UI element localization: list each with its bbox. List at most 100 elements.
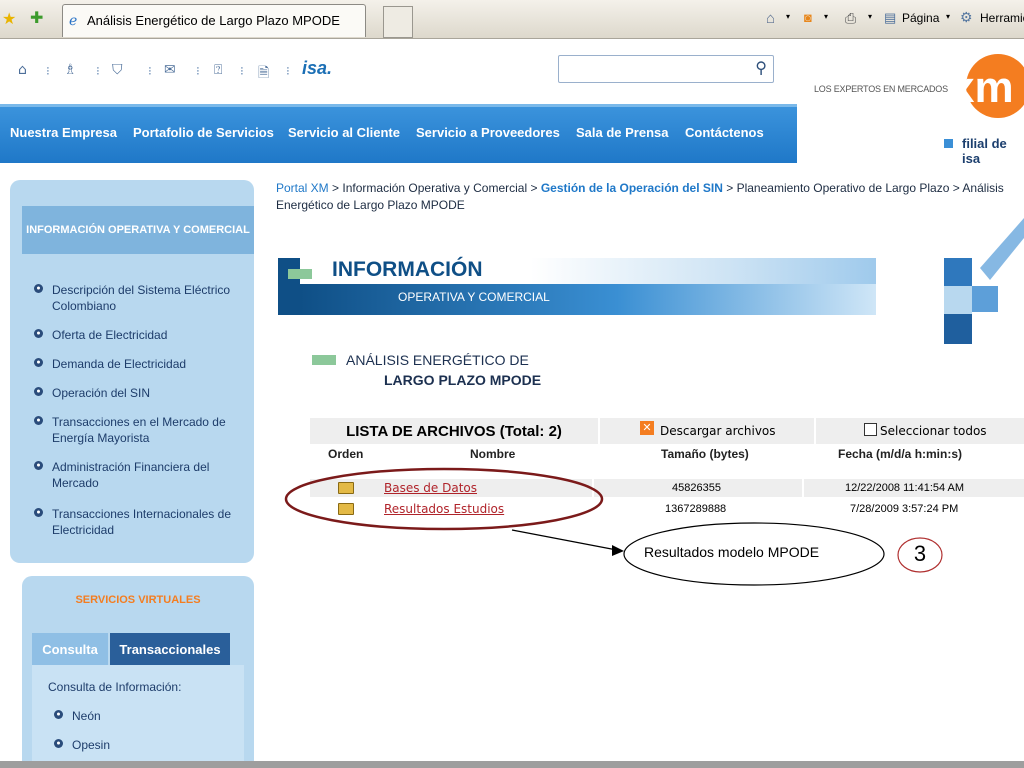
nav-sala-prensa[interactable]: Sala de Prensa bbox=[576, 125, 669, 140]
chevron-down-icon[interactable]: ▾ bbox=[946, 12, 950, 21]
file-list-title: LISTA DE ARCHIVOS (Total: 2) bbox=[310, 418, 600, 444]
bullet-icon: ● bbox=[34, 329, 43, 338]
sidebar-item-administracion[interactable]: ● Administración Financiera del Mercado bbox=[34, 459, 236, 491]
xm-logo[interactable]: xm bbox=[940, 50, 1024, 120]
separator: ⁝ bbox=[286, 64, 290, 78]
file-size: 45826355 bbox=[672, 482, 721, 494]
users-icon[interactable]: ⛉ bbox=[112, 62, 123, 78]
breadcrumb-portal[interactable]: Portal XM bbox=[276, 181, 329, 195]
section-title-line2: LARGO PLAZO MPODE bbox=[384, 372, 542, 388]
file-link[interactable]: Bases de Datos bbox=[384, 481, 477, 495]
mail-icon[interactable]: ✉ bbox=[164, 62, 176, 78]
annotation-callout: Resultados modelo MPODE bbox=[644, 544, 820, 560]
annotation-number: 3 bbox=[913, 541, 927, 566]
separator: ⁝ bbox=[240, 64, 244, 78]
home-icon[interactable]: ⌂ bbox=[766, 10, 775, 27]
sitemap-icon[interactable]: ♗ bbox=[64, 62, 77, 78]
breadcrumb-gestion[interactable]: Gestión de la Operación del SIN bbox=[541, 181, 723, 195]
search-box: ⚲ bbox=[558, 55, 774, 83]
banner-green-mark bbox=[288, 269, 312, 279]
separator: ⁝ bbox=[96, 64, 100, 78]
column-orden: Orden bbox=[328, 447, 364, 461]
banner-left-block bbox=[278, 258, 300, 315]
nav-portafolio[interactable]: Portafolio de Servicios bbox=[133, 125, 274, 140]
tools-menu[interactable]: Herramie bbox=[980, 11, 1024, 25]
bullet-icon: ● bbox=[34, 387, 43, 396]
download-icon[interactable]: ✕ bbox=[640, 421, 654, 435]
nav-contactenos[interactable]: Contáctenos bbox=[685, 125, 764, 140]
column-fecha: Fecha (m/d/a h:min:s) bbox=[838, 447, 963, 461]
consulta-heading: Consulta de Información: bbox=[48, 680, 182, 694]
file-date: 7/28/2009 3:57:24 PM bbox=[850, 503, 959, 515]
sidebar-item-internacionales[interactable]: ● Transacciones Internacionales de Electr… bbox=[34, 506, 236, 538]
consulta-item-neon[interactable]: ● Neón bbox=[54, 708, 256, 724]
tab-transaccionales[interactable]: Transaccionales bbox=[110, 633, 230, 665]
breadcrumb-sep: > bbox=[726, 181, 734, 195]
home-icon[interactable]: ⌂ bbox=[18, 62, 27, 78]
browser-toolbar: ★ ✚ ℯ Análisis Energético de Largo Plazo… bbox=[0, 0, 1024, 39]
folder-icon bbox=[338, 503, 354, 515]
page-menu[interactable]: Página bbox=[902, 11, 939, 25]
decorative-squares bbox=[944, 218, 1024, 344]
page-icon: ▤ bbox=[884, 10, 897, 25]
file-date: 12/22/2008 11:41:54 AM bbox=[845, 482, 965, 494]
bottom-border bbox=[0, 761, 1024, 768]
file-link[interactable]: Resultados Estudios bbox=[384, 502, 504, 516]
search-input[interactable] bbox=[561, 58, 745, 80]
breadcrumb-sep: > bbox=[952, 181, 960, 195]
separator: ⁝ bbox=[46, 64, 50, 78]
chevron-down-icon[interactable]: ▾ bbox=[868, 12, 872, 21]
print-icon[interactable]: ⎙ bbox=[845, 10, 856, 27]
file-size: 1367289888 bbox=[665, 503, 727, 515]
section-green-mark bbox=[312, 355, 336, 365]
nav-nuestra-empresa[interactable]: Nuestra Empresa bbox=[10, 125, 117, 140]
select-all-checkbox[interactable] bbox=[864, 423, 877, 436]
xm-slogan: LOS EXPERTOS EN MERCADOS bbox=[814, 84, 948, 94]
bullet-icon: ● bbox=[34, 461, 43, 470]
main-navigation: Nuestra Empresa Portafolio de Servicios … bbox=[0, 104, 797, 163]
sidebar-item-descripcion[interactable]: ● Descripción del Sistema Eléctrico Colom… bbox=[34, 282, 236, 314]
help-icon[interactable]: ⍰ bbox=[214, 62, 222, 78]
bullet-icon: ● bbox=[54, 739, 63, 748]
sidebar-item-demanda[interactable]: ● Demanda de Electricidad bbox=[34, 356, 236, 372]
tab-title: Análisis Energético de Largo Plazo MPODE bbox=[87, 13, 340, 28]
search-icon[interactable]: ⚲ bbox=[755, 58, 767, 78]
breadcrumb-plan[interactable]: Planeamiento Operativo de Largo Plazo bbox=[737, 181, 950, 195]
column-tamano: Tamaño (bytes) bbox=[661, 447, 749, 461]
filial-square bbox=[944, 139, 953, 148]
breadcrumb-info[interactable]: Información Operativa y Comercial bbox=[342, 181, 527, 195]
sidebar-item-oferta[interactable]: ● Oferta de Electricidad bbox=[34, 327, 236, 343]
highlight-ellipse bbox=[284, 467, 604, 531]
isa-logo[interactable]: isa. bbox=[302, 58, 332, 79]
chevron-down-icon[interactable]: ▾ bbox=[824, 12, 828, 21]
bullet-icon: ● bbox=[34, 416, 43, 425]
banner-title: INFORMACIÓN bbox=[332, 258, 483, 281]
gear-icon: ⚙ bbox=[960, 9, 973, 25]
download-label[interactable]: Descargar archivos bbox=[660, 424, 776, 438]
add-favorites-icon[interactable]: ✚ bbox=[30, 8, 43, 28]
bullet-icon: ● bbox=[34, 358, 43, 367]
browser-tab[interactable]: ℯ Análisis Energético de Largo Plazo MPO… bbox=[62, 4, 366, 37]
separator: ⁝ bbox=[148, 64, 152, 78]
column-nombre: Nombre bbox=[470, 447, 516, 461]
sidebar-item-transacciones-mercado[interactable]: ● Transacciones en el Mercado de Energía … bbox=[34, 414, 236, 446]
annotation-arrowhead bbox=[612, 545, 624, 556]
breadcrumb-sep: > bbox=[530, 181, 538, 195]
feeds-icon[interactable]: ◙ bbox=[804, 10, 812, 25]
sidebar-header: INFORMACIÓN OPERATIVA Y COMERCIAL bbox=[22, 206, 254, 254]
sidebar-item-operacion[interactable]: ● Operación del SIN bbox=[34, 385, 236, 401]
new-tab-button[interactable] bbox=[383, 6, 413, 38]
services-title: SERVICIOS VIRTUALES bbox=[75, 594, 201, 606]
consulta-item-opesin[interactable]: ● Opesin bbox=[54, 737, 256, 753]
favorites-star-icon[interactable]: ★ bbox=[2, 9, 16, 29]
tab-consulta[interactable]: Consulta bbox=[32, 633, 108, 665]
nav-servicio-cliente[interactable]: Servicio al Cliente bbox=[288, 125, 400, 140]
nav-proveedores[interactable]: Servicio a Proveedores bbox=[416, 125, 560, 140]
document-icon[interactable]: 🗎 bbox=[258, 62, 269, 86]
select-all[interactable]: Seleccionar todos bbox=[816, 418, 1024, 444]
select-all-label[interactable]: Seleccionar todos bbox=[880, 424, 987, 438]
download-files[interactable]: ✕ Descargar archivos bbox=[600, 418, 816, 444]
separator: ⁝ bbox=[196, 64, 200, 78]
chevron-down-icon[interactable]: ▾ bbox=[786, 12, 790, 21]
xm-logo-text: xm bbox=[950, 63, 1014, 112]
